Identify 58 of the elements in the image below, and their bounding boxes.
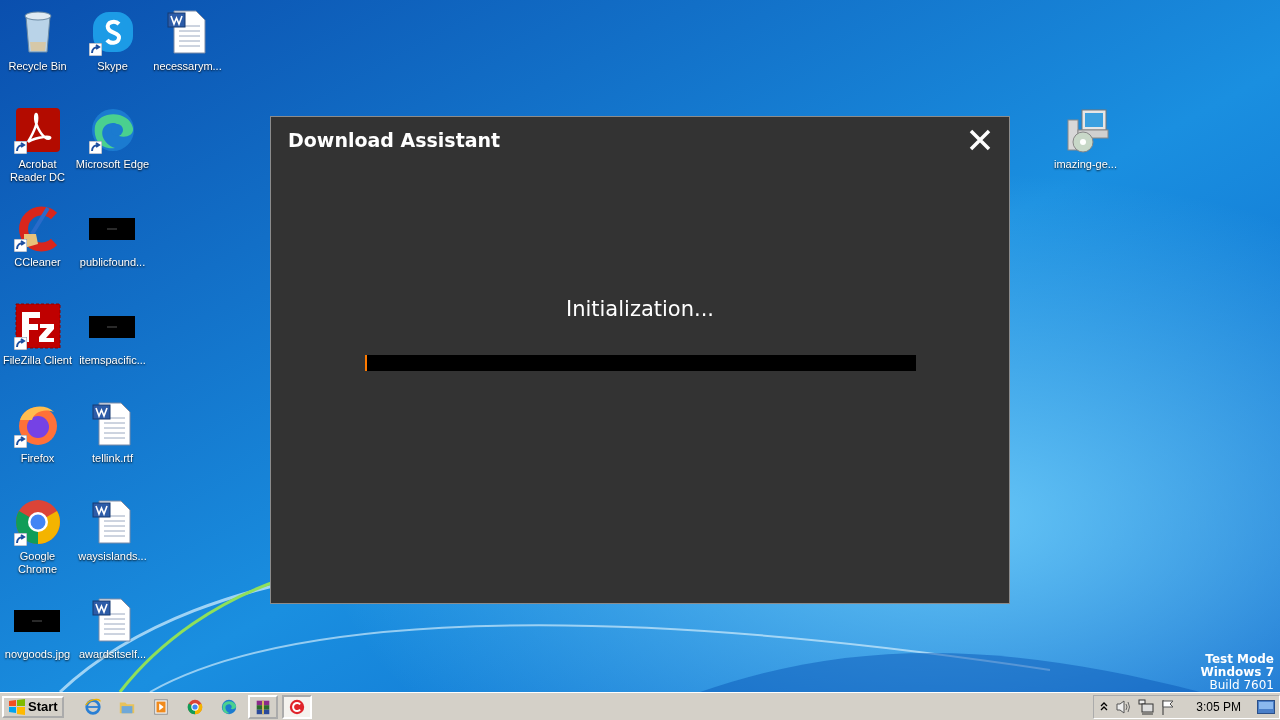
ring-app-icon xyxy=(287,697,306,716)
icon-label[interactable]: publicfound... xyxy=(79,256,146,269)
taskbar-button[interactable] xyxy=(281,694,312,719)
show-hidden-icons-button[interactable] xyxy=(1100,701,1109,712)
wave-browser-icon xyxy=(219,697,238,716)
start-button[interactable]: Start xyxy=(2,695,64,718)
windows-flag-icon xyxy=(8,698,26,715)
caret-icon xyxy=(1100,701,1109,712)
desktop-icon[interactable]: publicfound... xyxy=(75,198,150,296)
taskbar-button[interactable] xyxy=(247,694,278,719)
desktop-icon[interactable]: FileZilla Client xyxy=(0,296,75,394)
network-button[interactable] xyxy=(1138,698,1155,715)
desktop-icon[interactable]: Skype xyxy=(75,2,150,100)
icon-label[interactable]: CCleaner xyxy=(14,256,61,269)
desktop-icon[interactable]: Google Chrome xyxy=(0,492,75,590)
icon-label[interactable]: itemspacific... xyxy=(79,354,146,367)
desktop-icon[interactable]: imazing-ge... xyxy=(1048,100,1123,198)
desktop-icon[interactable]: waysislands... xyxy=(75,492,150,590)
icon-label[interactable]: novgoods.jpg xyxy=(4,648,71,661)
network-icon xyxy=(1138,698,1155,715)
icon-label[interactable]: imazing-ge... xyxy=(1054,158,1117,171)
volume-button[interactable] xyxy=(1114,698,1133,715)
icon-label[interactable]: Recycle Bin xyxy=(8,60,67,73)
system-watermark-text: Test Mode xyxy=(1205,653,1274,666)
desktop-icon[interactable]: novgoods.jpg xyxy=(0,590,75,688)
system-watermark-text: Build 7601 xyxy=(1209,679,1274,692)
clock[interactable]: 3:05 PM xyxy=(1196,699,1241,714)
window-title: Download Assistant xyxy=(288,129,501,151)
desktop-icon[interactable]: itemspacific... xyxy=(75,296,150,394)
globe-e-icon xyxy=(83,697,102,716)
icon-label[interactable]: tellink.rtf xyxy=(92,452,133,465)
desktop-icon[interactable]: necessarym... xyxy=(150,2,225,100)
desktop-icon[interactable]: Firefox xyxy=(0,394,75,492)
show-desktop-button[interactable] xyxy=(1257,699,1275,714)
desktop-icon[interactable]: Microsoft Edge xyxy=(75,100,150,198)
icon-label[interactable]: necessarym... xyxy=(153,60,222,73)
icon-label[interactable]: Google Chrome xyxy=(0,550,75,576)
ftp-app-icon xyxy=(13,302,62,350)
icon-label[interactable]: Acrobat Reader DC xyxy=(0,158,75,184)
round-browser-icon xyxy=(13,498,62,546)
speaker-icon xyxy=(1114,698,1133,715)
icon-label[interactable]: FileZilla Client xyxy=(2,354,73,367)
desktop-icon[interactable]: tellink.rtf xyxy=(75,394,150,492)
pdf-app-icon xyxy=(13,106,62,154)
desktop-icon[interactable]: CCleaner xyxy=(0,198,75,296)
round-browser-icon xyxy=(185,697,204,716)
icon-label[interactable]: Skype xyxy=(97,60,128,73)
icon-label[interactable]: Firefox xyxy=(20,452,55,465)
monitor-icon xyxy=(1257,699,1275,714)
icon-label[interactable]: waysislands... xyxy=(78,550,147,563)
desktop-icon[interactable]: Recycle Bin xyxy=(0,2,75,100)
close-button[interactable] xyxy=(967,127,993,153)
close-icon xyxy=(969,129,991,151)
system-watermark-text: Windows 7 xyxy=(1200,666,1274,679)
icon-label[interactable]: Microsoft Edge xyxy=(75,158,150,171)
desktop-icon[interactable]: Acrobat Reader DC xyxy=(0,100,75,198)
media-player-icon xyxy=(151,697,170,716)
status-text: Initialization... xyxy=(565,297,715,321)
